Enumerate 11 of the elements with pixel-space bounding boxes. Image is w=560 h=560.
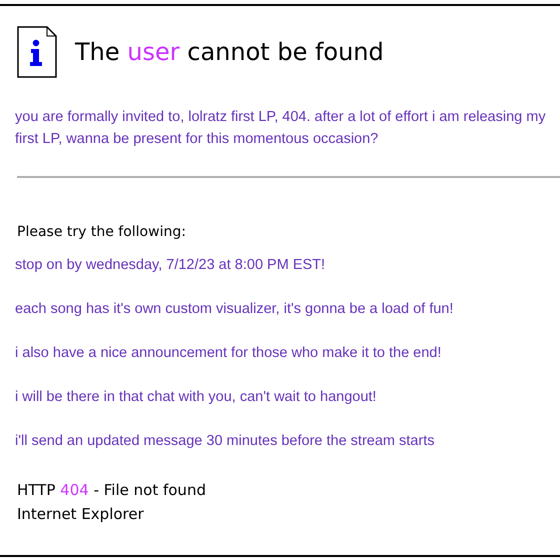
suggestion-line: each song has it's own custom visualizer, it's gonna be a load of fun! [15,300,454,319]
browser-name: Internet Explorer [17,504,145,525]
info-icon [17,26,57,78]
suggestion-line: i will be there in that chat with you, can't wait to hangout! [15,388,378,407]
error-code-line: HTTP 404 - File not found [17,480,207,501]
suggestion-line: i also have a nice announcement for those who make it to the end! [15,344,442,363]
invitation-message: you are formally invited to, lolratz first LP, 404. after a lot of effort i am releasing my first LP, wanna be present for this momentous occasion? [15,108,547,149]
try-heading: Please try the following: [17,223,187,242]
page-title: The user cannot be found [75,37,384,68]
suggestion-line: i'll send an updated message 30 minutes before the stream starts [15,432,436,451]
suggestion-line: stop on by wednesday, 7/12/23 at 8:00 PM EST! [15,256,326,275]
